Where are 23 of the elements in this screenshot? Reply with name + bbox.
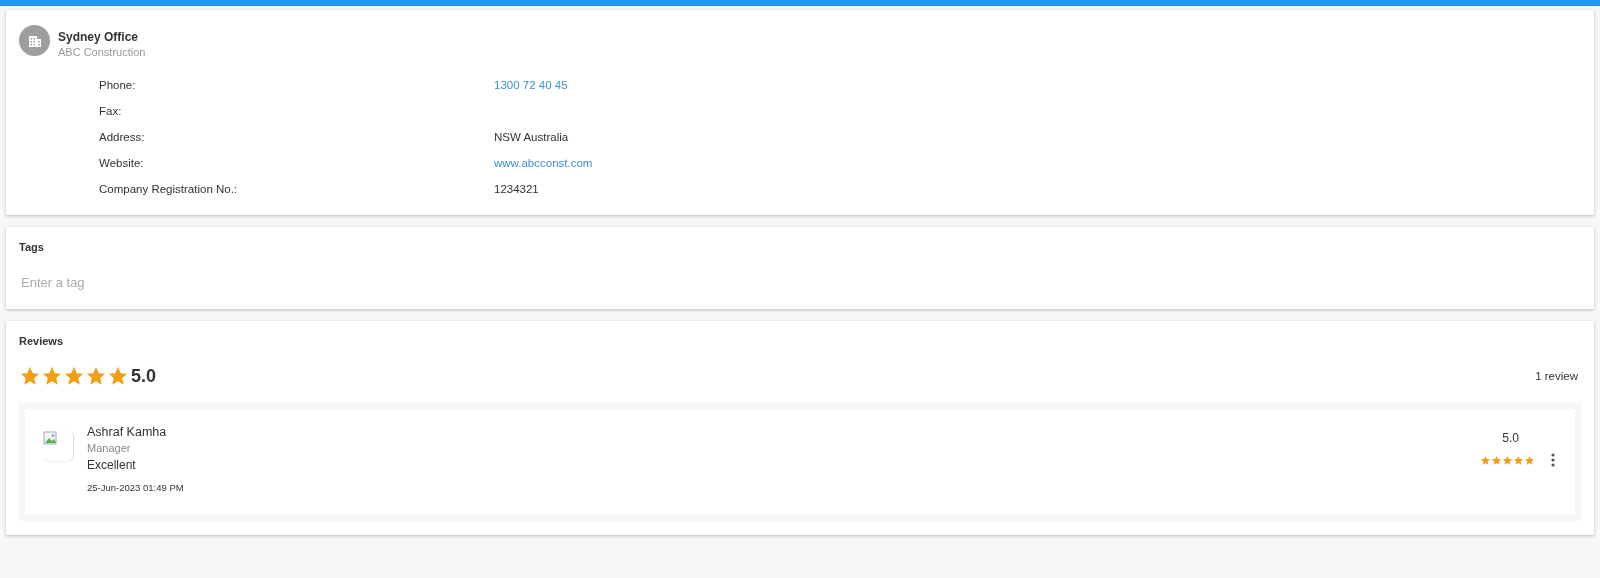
section-title: Tags	[19, 241, 45, 253]
review-date: 25-Jun-2023 01:49 PM	[87, 482, 184, 493]
company-name: ABC Construction	[58, 46, 146, 58]
broken-image-icon	[43, 431, 74, 462]
building-icon	[19, 25, 50, 56]
detail-value: NSW Australia	[494, 131, 569, 145]
detail-link[interactable]: 1300 72 40 45	[494, 79, 568, 105]
detail-label: Company Registration No.:	[99, 183, 239, 197]
detail-label: Website:	[99, 157, 145, 171]
detail-label: Fax:	[99, 105, 123, 119]
review-comment: Excellent	[87, 458, 137, 472]
reviewer-role: Manager	[87, 442, 132, 454]
detail-value: 1234321	[494, 183, 539, 197]
more-icon[interactable]	[1551, 453, 1555, 467]
review-count: 1 review	[1535, 370, 1578, 382]
average-rating: 5.0	[131, 365, 157, 387]
detail-label: Address:	[99, 131, 146, 145]
detail-link[interactable]: www.abcconst.com	[494, 157, 593, 183]
detail-label: Phone:	[99, 79, 137, 93]
review-score: 5.0	[1502, 431, 1519, 445]
office-title: Sydney Office	[58, 30, 140, 44]
section-title: Reviews	[19, 335, 65, 347]
reviewer-name: Ashraf Kamha	[87, 425, 168, 439]
